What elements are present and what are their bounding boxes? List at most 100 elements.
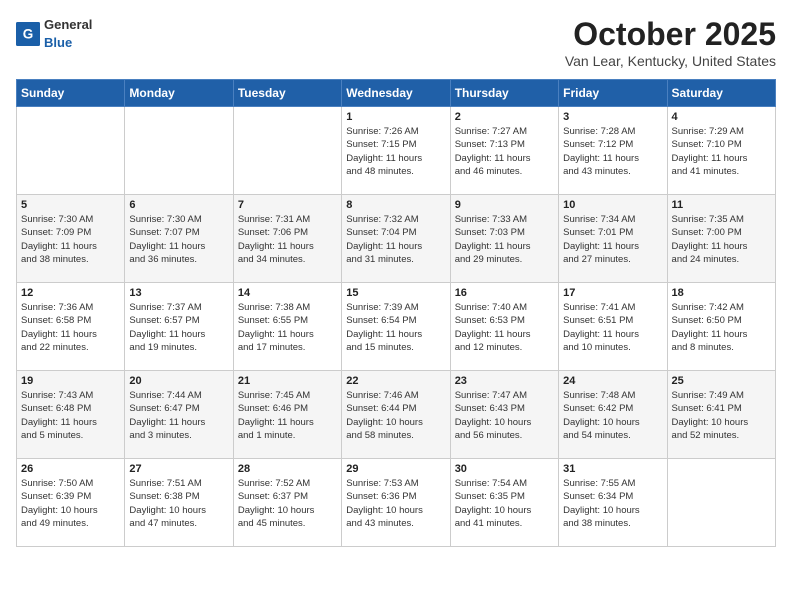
day-number: 22	[346, 375, 445, 387]
day-info: Sunrise: 7:38 AM Sunset: 6:55 PM Dayligh…	[238, 301, 337, 354]
day-info: Sunrise: 7:32 AM Sunset: 7:04 PM Dayligh…	[346, 213, 445, 266]
day-info: Sunrise: 7:54 AM Sunset: 6:35 PM Dayligh…	[455, 477, 554, 530]
page-title: October 2025	[565, 16, 776, 53]
calendar-cell: 12 Sunrise: 7:36 AM Sunset: 6:58 PM Dayli…	[17, 283, 125, 371]
day-number: 19	[21, 375, 120, 387]
calendar-cell: 18Sunrise: 7:42 AM Sunset: 6:50 PM Dayli…	[667, 283, 775, 371]
day-number: 17	[563, 287, 662, 299]
calendar-cell: 21 Sunrise: 7:45 AM Sunset: 6:46 PM Dayli…	[233, 371, 341, 459]
calendar-cell: 8 Sunrise: 7:32 AM Sunset: 7:04 PM Daylig…	[342, 195, 450, 283]
day-number: 11	[672, 199, 771, 211]
day-of-week-header: Wednesday	[342, 80, 450, 107]
calendar-header: SundayMondayTuesdayWednesdayThursdayFrid…	[17, 80, 776, 107]
day-info: Sunrise: 7:39 AM Sunset: 6:54 PM Dayligh…	[346, 301, 445, 354]
calendar-cell: 27 Sunrise: 7:51 AM Sunset: 6:38 PM Dayli…	[125, 459, 233, 547]
day-number: 6	[129, 199, 228, 211]
header-row: SundayMondayTuesdayWednesdayThursdayFrid…	[17, 80, 776, 107]
calendar-cell	[125, 107, 233, 195]
day-info: Sunrise: 7:44 AM Sunset: 6:47 PM Dayligh…	[129, 389, 228, 442]
day-info: Sunrise: 7:41 AM Sunset: 6:51 PM Dayligh…	[563, 301, 662, 354]
calendar-cell: 26 Sunrise: 7:50 AM Sunset: 6:39 PM Dayli…	[17, 459, 125, 547]
day-info: Sunrise: 7:53 AM Sunset: 6:36 PM Dayligh…	[346, 477, 445, 530]
day-info: Sunrise: 7:55 AM Sunset: 6:34 PM Dayligh…	[563, 477, 662, 530]
calendar-table: SundayMondayTuesdayWednesdayThursdayFrid…	[16, 79, 776, 547]
day-info: Sunrise: 7:30 AM Sunset: 7:09 PM Dayligh…	[21, 213, 120, 266]
svg-text:G: G	[23, 27, 34, 42]
calendar-cell	[17, 107, 125, 195]
calendar-cell: 15Sunrise: 7:39 AM Sunset: 6:54 PM Dayli…	[342, 283, 450, 371]
day-info: Sunrise: 7:52 AM Sunset: 6:37 PM Dayligh…	[238, 477, 337, 530]
day-info: Sunrise: 7:26 AM Sunset: 7:15 PM Dayligh…	[346, 125, 445, 178]
day-info: Sunrise: 7:40 AM Sunset: 6:53 PM Dayligh…	[455, 301, 554, 354]
title-area: October 2025 Van Lear, Kentucky, United …	[565, 16, 776, 69]
calendar-cell: 13 Sunrise: 7:37 AM Sunset: 6:57 PM Dayli…	[125, 283, 233, 371]
day-number: 8	[346, 199, 445, 211]
header: G General Blue October 2025 Van Lear, Ke…	[16, 16, 776, 69]
day-info: Sunrise: 7:36 AM Sunset: 6:58 PM Dayligh…	[21, 301, 120, 354]
day-of-week-header: Friday	[559, 80, 667, 107]
day-info: Sunrise: 7:51 AM Sunset: 6:38 PM Dayligh…	[129, 477, 228, 530]
day-info: Sunrise: 7:45 AM Sunset: 6:46 PM Dayligh…	[238, 389, 337, 442]
day-info: Sunrise: 7:35 AM Sunset: 7:00 PM Dayligh…	[672, 213, 771, 266]
day-number: 2	[455, 111, 554, 123]
logo-icon: G	[16, 22, 40, 46]
day-number: 29	[346, 463, 445, 475]
day-number: 24	[563, 375, 662, 387]
calendar-cell: 14 Sunrise: 7:38 AM Sunset: 6:55 PM Dayli…	[233, 283, 341, 371]
day-info: Sunrise: 7:50 AM Sunset: 6:39 PM Dayligh…	[21, 477, 120, 530]
day-of-week-header: Thursday	[450, 80, 558, 107]
calendar-cell: 6 Sunrise: 7:30 AM Sunset: 7:07 PM Daylig…	[125, 195, 233, 283]
day-info: Sunrise: 7:37 AM Sunset: 6:57 PM Dayligh…	[129, 301, 228, 354]
day-number: 5	[21, 199, 120, 211]
day-info: Sunrise: 7:46 AM Sunset: 6:44 PM Dayligh…	[346, 389, 445, 442]
day-number: 4	[672, 111, 771, 123]
day-of-week-header: Sunday	[17, 80, 125, 107]
calendar-cell: 2Sunrise: 7:27 AM Sunset: 7:13 PM Daylig…	[450, 107, 558, 195]
page-subtitle: Van Lear, Kentucky, United States	[565, 53, 776, 69]
calendar-cell: 25Sunrise: 7:49 AM Sunset: 6:41 PM Dayli…	[667, 371, 775, 459]
day-info: Sunrise: 7:43 AM Sunset: 6:48 PM Dayligh…	[21, 389, 120, 442]
calendar-cell: 3 Sunrise: 7:28 AM Sunset: 7:12 PM Daylig…	[559, 107, 667, 195]
calendar-week-row: 5 Sunrise: 7:30 AM Sunset: 7:09 PM Daylig…	[17, 195, 776, 283]
calendar-cell: 11 Sunrise: 7:35 AM Sunset: 7:00 PM Dayli…	[667, 195, 775, 283]
day-number: 25	[672, 375, 771, 387]
calendar-cell: 17 Sunrise: 7:41 AM Sunset: 6:51 PM Dayli…	[559, 283, 667, 371]
day-number: 12	[21, 287, 120, 299]
calendar-cell	[233, 107, 341, 195]
day-of-week-header: Saturday	[667, 80, 775, 107]
day-info: Sunrise: 7:30 AM Sunset: 7:07 PM Dayligh…	[129, 213, 228, 266]
logo-general-text: General	[44, 17, 92, 32]
day-number: 16	[455, 287, 554, 299]
calendar-cell: 20 Sunrise: 7:44 AM Sunset: 6:47 PM Dayli…	[125, 371, 233, 459]
day-number: 14	[238, 287, 337, 299]
calendar-cell: 22 Sunrise: 7:46 AM Sunset: 6:44 PM Dayli…	[342, 371, 450, 459]
logo: G General Blue	[16, 16, 92, 52]
day-number: 9	[455, 199, 554, 211]
calendar-cell	[667, 459, 775, 547]
calendar-cell: 9Sunrise: 7:33 AM Sunset: 7:03 PM Daylig…	[450, 195, 558, 283]
calendar-cell: 28 Sunrise: 7:52 AM Sunset: 6:37 PM Dayli…	[233, 459, 341, 547]
day-number: 27	[129, 463, 228, 475]
day-info: Sunrise: 7:47 AM Sunset: 6:43 PM Dayligh…	[455, 389, 554, 442]
day-of-week-header: Monday	[125, 80, 233, 107]
day-number: 3	[563, 111, 662, 123]
calendar-week-row: 19 Sunrise: 7:43 AM Sunset: 6:48 PM Dayli…	[17, 371, 776, 459]
day-number: 13	[129, 287, 228, 299]
day-info: Sunrise: 7:42 AM Sunset: 6:50 PM Dayligh…	[672, 301, 771, 354]
calendar-cell: 10Sunrise: 7:34 AM Sunset: 7:01 PM Dayli…	[559, 195, 667, 283]
day-number: 30	[455, 463, 554, 475]
day-number: 21	[238, 375, 337, 387]
calendar-cell: 29 Sunrise: 7:53 AM Sunset: 6:36 PM Dayli…	[342, 459, 450, 547]
calendar-week-row: 12 Sunrise: 7:36 AM Sunset: 6:58 PM Dayli…	[17, 283, 776, 371]
day-number: 20	[129, 375, 228, 387]
day-number: 26	[21, 463, 120, 475]
calendar-cell: 24 Sunrise: 7:48 AM Sunset: 6:42 PM Dayli…	[559, 371, 667, 459]
calendar-week-row: 26 Sunrise: 7:50 AM Sunset: 6:39 PM Dayli…	[17, 459, 776, 547]
day-number: 10	[563, 199, 662, 211]
day-number: 23	[455, 375, 554, 387]
day-of-week-header: Tuesday	[233, 80, 341, 107]
day-info: Sunrise: 7:48 AM Sunset: 6:42 PM Dayligh…	[563, 389, 662, 442]
day-info: Sunrise: 7:28 AM Sunset: 7:12 PM Dayligh…	[563, 125, 662, 178]
day-number: 1	[346, 111, 445, 123]
day-number: 28	[238, 463, 337, 475]
